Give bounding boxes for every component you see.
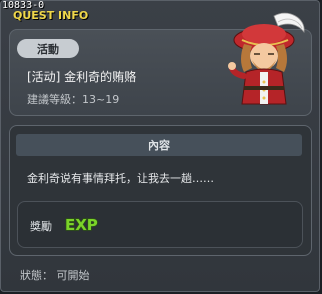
recommended-level: 建議等級：13~19	[27, 93, 120, 106]
reward-box	[17, 201, 303, 248]
content-header: 內容	[16, 134, 302, 156]
exp-icon: EXP	[64, 215, 98, 234]
quest-description: 金利奇说有事情拜托，让我去一趟……	[27, 172, 214, 185]
reward-label: 獎勵	[30, 220, 52, 233]
npc-portrait	[228, 12, 305, 105]
quest-name: [活动] 金利奇的贿赂	[27, 70, 137, 84]
window-title: QUEST INFO	[13, 9, 89, 22]
status-text: 狀態： 可開始	[20, 269, 90, 282]
category-badge: 活動	[17, 39, 79, 58]
exp-text: EXP	[65, 216, 98, 234]
